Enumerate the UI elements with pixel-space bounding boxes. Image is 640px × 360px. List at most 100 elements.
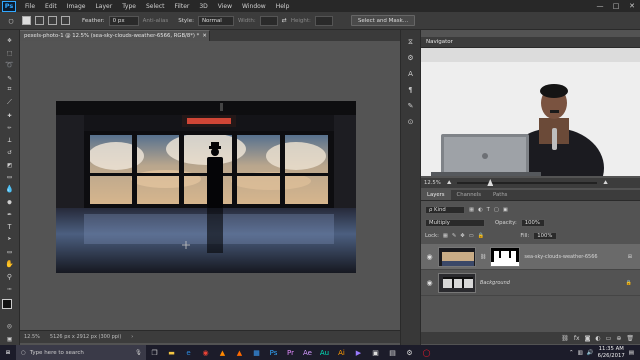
paragraph-panel-icon[interactable]: ¶ — [404, 84, 417, 96]
lock-artboard-icon[interactable]: ▭ — [469, 233, 474, 239]
document-canvas-image[interactable] — [56, 101, 356, 273]
audition-taskbar-icon[interactable]: Au — [316, 345, 333, 360]
history-panel-icon[interactable]: ⧖ — [404, 36, 417, 48]
folder-icon[interactable]: ▭ — [606, 335, 612, 342]
brush-tool-icon[interactable]: ✏ — [3, 122, 17, 133]
fx-icon[interactable]: fx — [574, 335, 580, 342]
layer-row[interactable]: ◉ Background 🔒 — [421, 270, 640, 296]
lasso-tool-icon[interactable]: ➰ — [3, 59, 17, 70]
layer-thumbnail[interactable] — [438, 272, 476, 293]
notifications-icon[interactable]: ▤ — [629, 350, 634, 356]
volume-icon[interactable]: 🔊 — [587, 350, 594, 356]
feather-input[interactable]: 0 px — [108, 15, 139, 26]
tab-channels[interactable]: Channels — [451, 190, 488, 200]
navigator-panel-title[interactable]: Navigator — [421, 37, 640, 48]
screen-mode-icon[interactable]: ▣ — [3, 333, 17, 344]
width-input[interactable] — [259, 15, 278, 26]
trash-icon[interactable]: 🗑 — [626, 335, 634, 342]
new-layer-icon[interactable]: ⊕ — [616, 335, 621, 342]
illustrator-taskbar-icon[interactable]: Ai — [333, 345, 350, 360]
close-tab-icon[interactable]: ✕ — [202, 33, 206, 39]
menu-file[interactable]: File — [20, 3, 40, 10]
opacity-input[interactable]: 100% — [520, 218, 545, 227]
menu-window[interactable]: Window — [237, 3, 271, 10]
foreground-color-swatch[interactable] — [1, 299, 12, 310]
filter-adjustment-icon[interactable]: ◐ — [478, 207, 483, 213]
crop-tool-icon[interactable]: ⌗ — [3, 84, 17, 95]
windows-start-icon[interactable]: ⊞ — [0, 345, 16, 360]
tab-paths[interactable]: Paths — [487, 190, 513, 200]
photoshop-taskbar-icon[interactable]: Ps — [265, 345, 282, 360]
properties-panel-icon[interactable]: ⚙ — [404, 52, 417, 64]
zoom-slider-handle[interactable] — [487, 179, 494, 186]
blur-tool-icon[interactable]: 💧 — [3, 184, 17, 195]
style-select[interactable]: Normal — [197, 15, 234, 26]
fill-input[interactable]: 100% — [533, 231, 558, 240]
menu-3d[interactable]: 3D — [194, 3, 212, 10]
eraser-tool-icon[interactable]: ◩ — [3, 159, 17, 170]
eyedropper-tool-icon[interactable]: ⟋ — [3, 97, 17, 108]
subtract-selection-icon[interactable] — [48, 16, 57, 25]
add-selection-icon[interactable] — [35, 16, 44, 25]
adjustment-icon[interactable]: ◐ — [595, 335, 600, 342]
layer-mask-thumbnail[interactable] — [490, 246, 521, 267]
navigator-zoom-value[interactable]: 12.5% — [424, 180, 441, 186]
status-arrow-icon[interactable]: › — [131, 334, 133, 340]
settings-app-icon[interactable]: ⚙ — [401, 345, 418, 360]
minimize-button[interactable]: — — [592, 0, 608, 12]
app-icon[interactable]: ▲ — [231, 345, 248, 360]
menu-select[interactable]: Select — [141, 3, 170, 10]
filter-type-icon[interactable]: T — [487, 207, 490, 213]
taskbar-search[interactable]: ○ Type here to search 🎙 — [16, 345, 146, 360]
type-tool-icon[interactable]: T — [3, 221, 17, 232]
media-app-icon[interactable]: ▶ — [350, 345, 367, 360]
path-select-tool-icon[interactable]: ➤ — [3, 234, 17, 245]
intersect-selection-icon[interactable] — [61, 16, 70, 25]
marquee-preset-icon[interactable]: ▢ — [4, 15, 18, 27]
zoom-tool-icon[interactable]: ⚲ — [3, 271, 17, 282]
task-view-icon[interactable]: ❐ — [146, 345, 163, 360]
navigator-preview[interactable] — [421, 48, 640, 176]
move-tool-icon[interactable]: ✥ — [3, 35, 17, 46]
edit-toolbar-icon[interactable]: ⋯ — [3, 283, 17, 294]
layer-thumbnail[interactable] — [438, 246, 476, 267]
eye-icon[interactable]: ◉ — [425, 279, 434, 287]
menu-edit[interactable]: Edit — [40, 3, 62, 10]
zoom-slider[interactable] — [457, 179, 598, 186]
filter-shape-icon[interactable]: ▢ — [494, 207, 499, 213]
menu-layer[interactable]: Layer — [90, 3, 117, 10]
store-icon[interactable]: ▦ — [248, 345, 265, 360]
filter-pixel-icon[interactable]: ▦ — [469, 207, 474, 213]
chain-icon[interactable]: ⛓ — [480, 254, 486, 260]
clone-source-panel-icon[interactable]: ⊙ — [404, 116, 417, 128]
menu-help[interactable]: Help — [271, 3, 295, 10]
gallery-app-icon[interactable]: ▤ — [384, 345, 401, 360]
opera-icon[interactable]: ◯ — [418, 345, 435, 360]
dodge-tool-icon[interactable]: ● — [3, 196, 17, 207]
menu-view[interactable]: View — [213, 3, 237, 10]
quick-mask-icon[interactable]: ◎ — [3, 320, 17, 331]
rectangle-tool-icon[interactable]: ▭ — [3, 246, 17, 257]
network-icon[interactable]: ▥ — [578, 350, 583, 356]
lock-pixels-icon[interactable]: ▦ — [443, 233, 448, 239]
blend-mode-select[interactable]: Multiply — [425, 218, 485, 227]
zoom-in-icon[interactable]: ⛰ — [603, 180, 607, 187]
lock-position-icon[interactable]: ✥ — [460, 233, 464, 239]
status-zoom[interactable]: 12.5% — [24, 334, 40, 340]
quick-select-tool-icon[interactable]: ✎ — [3, 72, 17, 83]
edge-browser-icon[interactable]: e — [180, 345, 197, 360]
menu-filter[interactable]: Filter — [170, 3, 195, 10]
microphone-icon[interactable]: 🎙 — [135, 350, 142, 356]
after-effects-taskbar-icon[interactable]: Ae — [299, 345, 316, 360]
layer-name[interactable]: sea-sky-clouds-weather-6566 — [524, 254, 597, 260]
zoom-out-icon[interactable]: ⛰ — [447, 180, 451, 187]
tab-layers[interactable]: Layers — [421, 190, 451, 200]
file-explorer-icon[interactable]: ▬ — [163, 345, 180, 360]
layer-row[interactable]: ◉ ⛓ sea-sky-clouds-weather-6566 ⊞ — [421, 244, 640, 270]
marquee-tool-icon[interactable]: ⬚ — [3, 47, 17, 58]
healing-brush-tool-icon[interactable]: ✚ — [3, 109, 17, 120]
chrome-icon[interactable]: ◉ — [197, 345, 214, 360]
select-and-mask-button[interactable]: Select and Mask... — [350, 15, 416, 26]
brushes-panel-icon[interactable]: ✎ — [404, 100, 417, 112]
document-tab[interactable]: pexels-photo-1 @ 12.5% (sea-sky-clouds-w… — [20, 30, 210, 41]
